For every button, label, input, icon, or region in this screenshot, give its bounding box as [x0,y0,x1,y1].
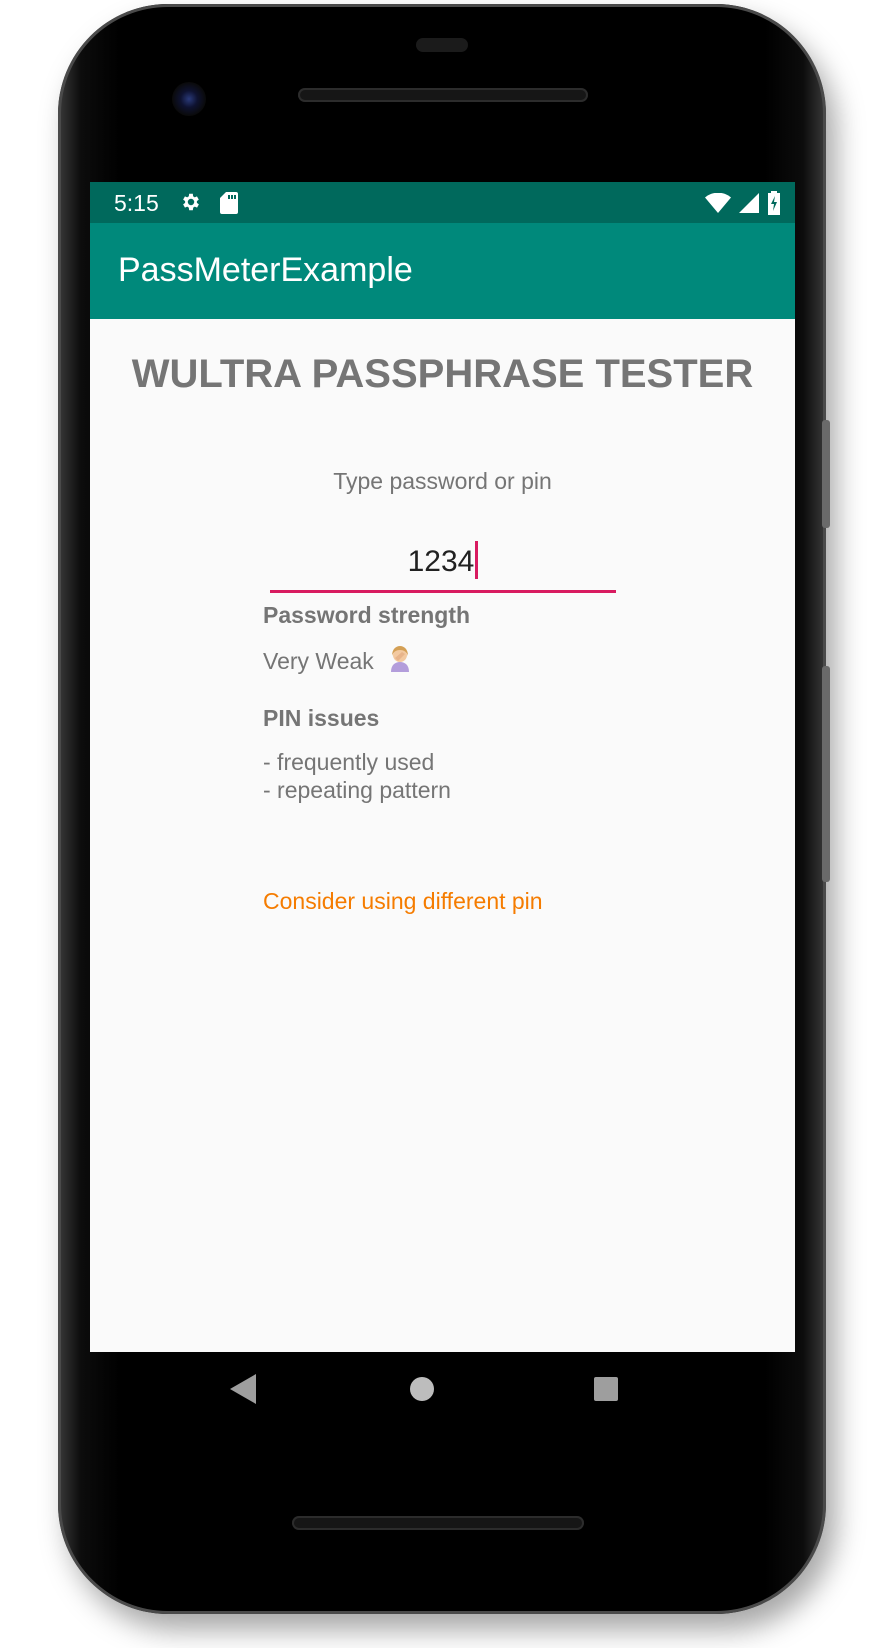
proximity-sensor [416,38,468,52]
text-cursor [475,541,479,579]
issues-list: - frequently used - repeating pattern [263,748,451,804]
status-bar: 5:15 [90,182,795,223]
strength-row: Very Weak [263,646,414,680]
app-title: PassMeterExample [118,251,413,289]
strength-value: Very Weak [263,648,374,675]
app-bar: PassMeterExample [90,223,795,319]
password-input[interactable]: 1234 [270,541,616,593]
page-heading: WULTRA PASSPHRASE TESTER [131,352,754,396]
battery-charging-icon [767,191,781,220]
bottom-speaker [292,1516,584,1530]
nav-bar [90,1352,795,1438]
status-icons-right [705,191,781,220]
gear-icon [180,191,202,218]
strength-label: Password strength [263,602,471,628]
back-icon[interactable] [230,1374,258,1409]
password-input-value: 1234 [407,544,475,578]
input-prompt: Type password or pin [333,468,552,494]
volume-button [822,666,830,882]
home-icon[interactable] [408,1374,436,1409]
screen: 5:15 PassMeterExample WULTRA PASSPHRASE … [90,182,795,1352]
recents-icon[interactable] [592,1374,620,1409]
issues-label: PIN issues [263,705,380,731]
list-item: - repeating pattern [263,777,451,803]
top-speaker [298,88,588,102]
person-facepalming-icon [386,644,414,678]
list-item: - frequently used [263,749,435,775]
password-input-field[interactable]: 1234 [270,541,616,582]
sd-card-icon [220,192,238,219]
power-button [822,420,830,528]
cellular-signal-icon [739,193,759,218]
status-time: 5:15 [114,190,159,216]
wifi-icon [705,192,731,218]
front-camera-icon [172,82,206,116]
warning-message: Consider using different pin [263,888,543,914]
